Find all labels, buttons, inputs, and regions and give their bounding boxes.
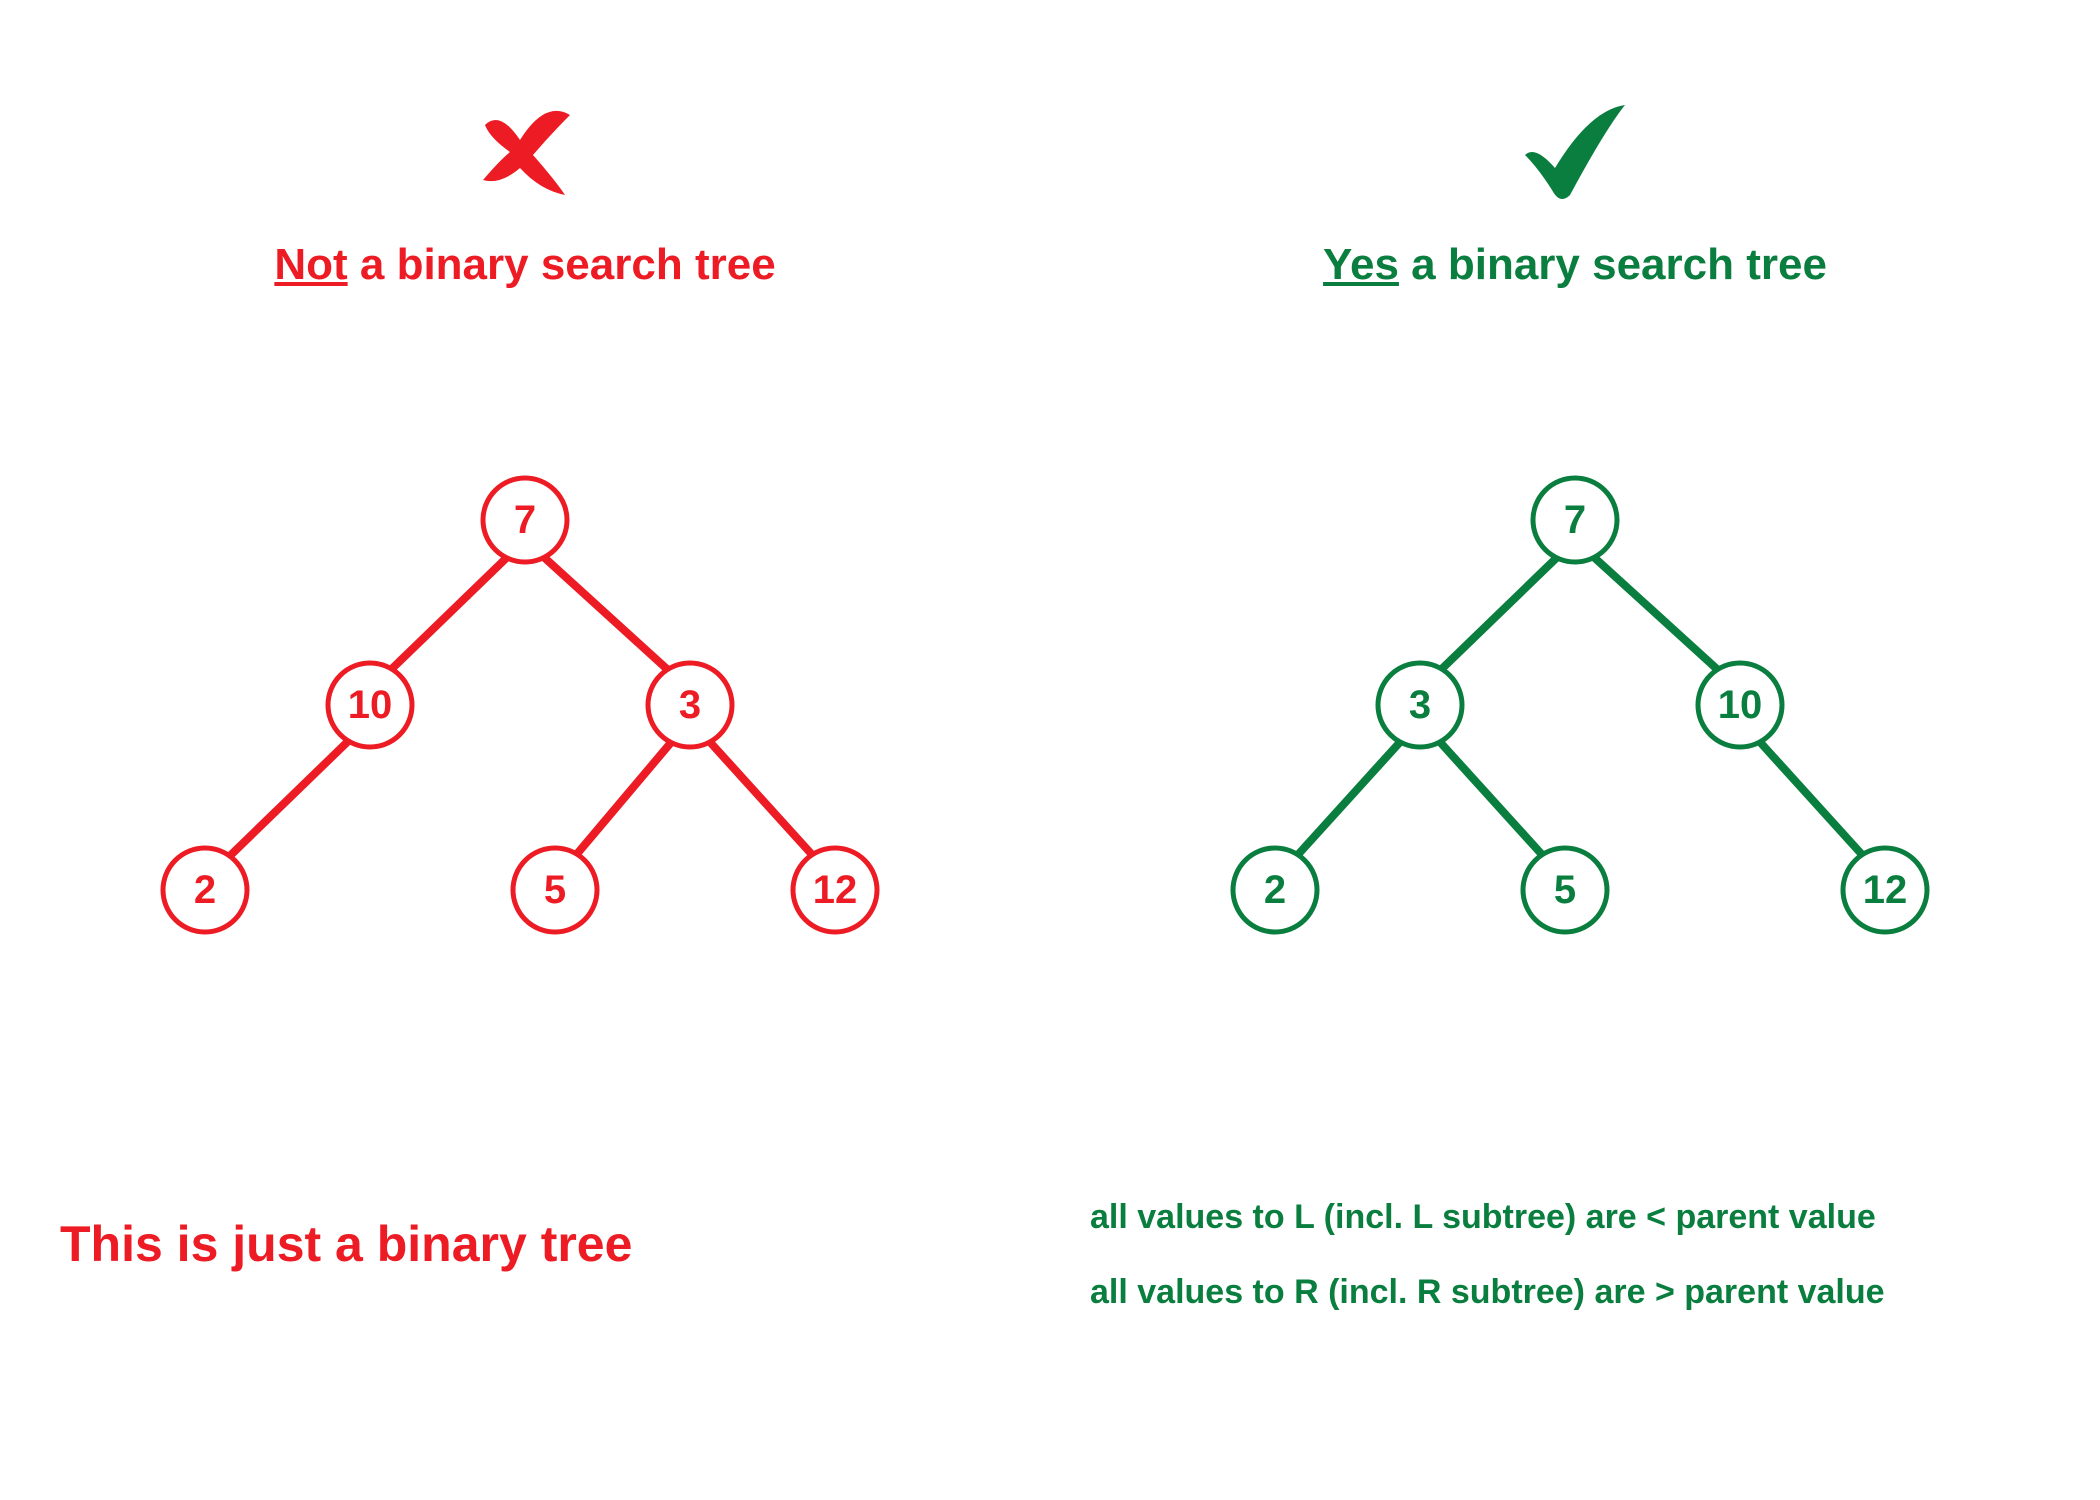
left-title-rest: a binary search tree xyxy=(348,240,776,289)
node-ll: 2 xyxy=(1233,848,1317,932)
node-ll-value: 2 xyxy=(194,868,216,912)
left-title-emphasis: Not xyxy=(274,240,347,289)
edge-root-r xyxy=(1575,540,1740,690)
cross-icon xyxy=(465,90,585,215)
edge-root-r xyxy=(525,540,690,690)
left-tree: 7 10 3 2 5 12 xyxy=(135,460,915,960)
node-ll: 2 xyxy=(163,848,247,932)
right-tree: 7 3 10 2 5 12 xyxy=(1185,460,1965,960)
node-r: 3 xyxy=(648,663,732,747)
node-l-value: 10 xyxy=(348,683,393,727)
node-l: 3 xyxy=(1378,663,1462,747)
node-lr: 5 xyxy=(1523,848,1607,932)
check-icon xyxy=(1510,90,1640,215)
node-rr: 12 xyxy=(793,848,877,932)
left-panel: Not a binary search tree 7 10 3 xyxy=(0,0,1050,1500)
right-rule-1: all values to L (incl. L subtree) are < … xyxy=(1090,1180,1885,1255)
node-root-value: 7 xyxy=(514,498,536,542)
node-l-value: 3 xyxy=(1409,683,1431,727)
node-rl: 5 xyxy=(513,848,597,932)
right-title: Yes a binary search tree xyxy=(1323,240,1827,290)
node-root: 7 xyxy=(483,478,567,562)
left-caption: This is just a binary tree xyxy=(60,1215,632,1273)
node-root: 7 xyxy=(1533,478,1617,562)
node-rl-value: 5 xyxy=(544,868,566,912)
right-rules: all values to L (incl. L subtree) are < … xyxy=(1090,1180,1885,1330)
node-rr: 12 xyxy=(1843,848,1927,932)
node-r-value: 10 xyxy=(1718,683,1763,727)
left-title: Not a binary search tree xyxy=(274,240,775,290)
right-title-rest: a binary search tree xyxy=(1399,240,1827,289)
node-ll-value: 2 xyxy=(1264,868,1286,912)
node-rr-value: 12 xyxy=(813,868,858,912)
node-root-value: 7 xyxy=(1564,498,1586,542)
node-rr-value: 12 xyxy=(1863,868,1908,912)
right-rule-2: all values to R (incl. R subtree) are > … xyxy=(1090,1255,1885,1330)
node-r-value: 3 xyxy=(679,683,701,727)
node-l: 10 xyxy=(328,663,412,747)
node-lr-value: 5 xyxy=(1554,868,1576,912)
right-title-emphasis: Yes xyxy=(1323,240,1399,289)
node-r: 10 xyxy=(1698,663,1782,747)
